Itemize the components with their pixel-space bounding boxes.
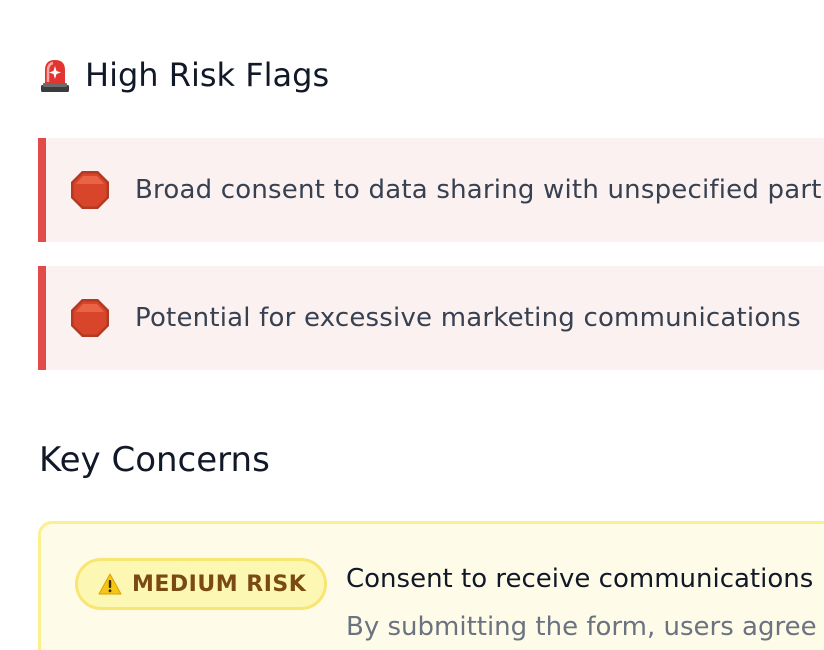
risk-flag-text: Broad consent to data sharing with unspe…	[135, 175, 824, 205]
siren-icon	[41, 60, 69, 92]
concern-card: MEDIUM RISK Consent to receive communica…	[38, 521, 824, 650]
risk-flag-item: Broad consent to data sharing with unspe…	[38, 138, 824, 242]
stop-sign-icon	[71, 171, 109, 209]
concern-title: Consent to receive communications	[346, 564, 814, 594]
stop-sign-icon	[71, 299, 109, 337]
page: High Risk Flags Broad consent to data sh…	[0, 0, 824, 650]
high-risk-flags-title: High Risk Flags	[85, 56, 330, 94]
risk-level-badge: MEDIUM RISK	[75, 558, 328, 610]
risk-flag-item: Potential for excessive marketing commun…	[38, 266, 824, 370]
risk-level-label: MEDIUM RISK	[132, 571, 307, 597]
concern-description: By submitting the form, users agree to	[346, 612, 824, 642]
warning-icon	[98, 573, 122, 595]
high-risk-flags-heading: High Risk Flags	[39, 56, 329, 94]
key-concerns-title: Key Concerns	[39, 440, 270, 480]
risk-flag-text: Potential for excessive marketing commun…	[135, 303, 801, 333]
